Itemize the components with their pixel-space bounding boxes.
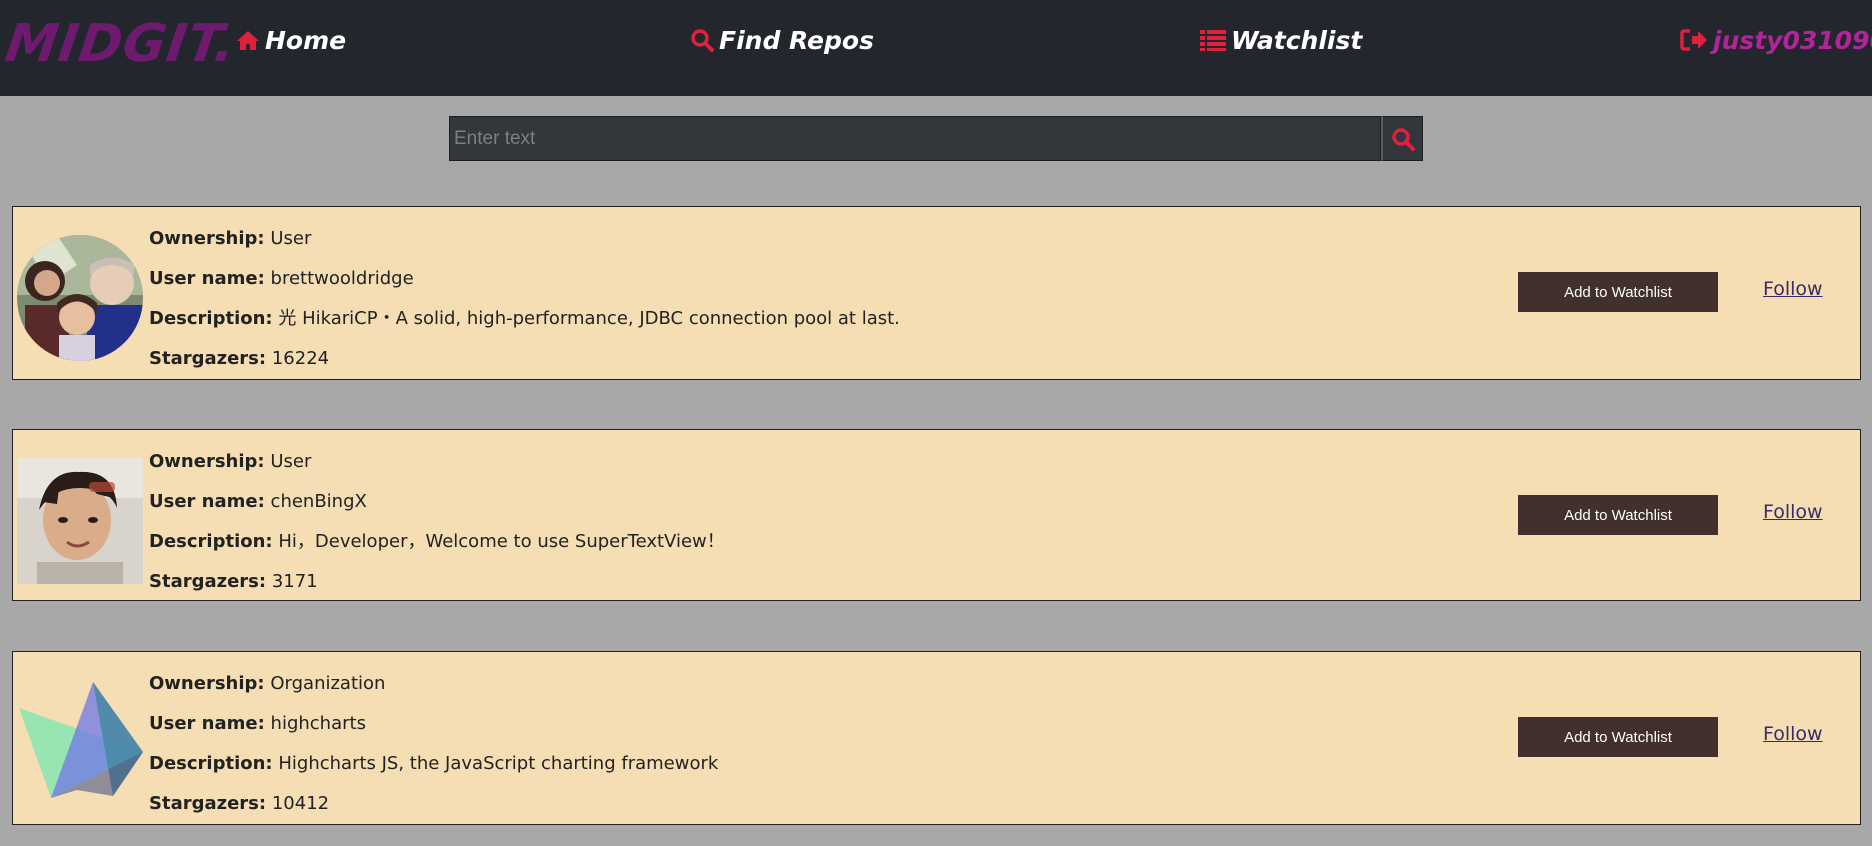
nav-home-link[interactable]: Home bbox=[236, 22, 346, 58]
description-value: 光 HikariCP・A solid, high-performance, JD… bbox=[278, 308, 900, 329]
username-row: User name: chenBingX bbox=[149, 482, 725, 522]
ownership-value: User bbox=[270, 451, 312, 472]
avatar bbox=[17, 680, 143, 806]
nav-watchlist-label: Watchlist bbox=[1231, 25, 1363, 55]
repo-card: Ownership: Organization User name: highc… bbox=[12, 651, 1861, 825]
nav-find-repos-label: Find Repos bbox=[719, 25, 874, 55]
avatar bbox=[17, 235, 143, 361]
follow-link[interactable]: Follow bbox=[1763, 723, 1823, 745]
ownership-label: Ownership: bbox=[149, 451, 265, 472]
search-icon bbox=[1391, 127, 1415, 151]
add-to-watchlist-button[interactable]: Add to Watchlist bbox=[1518, 495, 1718, 535]
nav-home-label: Home bbox=[265, 25, 347, 55]
repo-info: Ownership: User User name: brettwooldrid… bbox=[149, 219, 900, 379]
description-label: Description: bbox=[149, 531, 273, 552]
ownership-value: User bbox=[270, 228, 312, 249]
add-to-watchlist-button[interactable]: Add to Watchlist bbox=[1518, 272, 1718, 312]
description-row: Description: 光 HikariCP・A solid, high-pe… bbox=[149, 299, 900, 339]
ownership-label: Ownership: bbox=[149, 673, 265, 694]
repo-info: Ownership: Organization User name: highc… bbox=[149, 664, 718, 824]
add-to-watchlist-button[interactable]: Add to Watchlist bbox=[1518, 717, 1718, 757]
username-label: User name: bbox=[149, 268, 265, 289]
navbar: MIDGIT. Home Find Repos Watchlist justy0… bbox=[0, 0, 1872, 96]
description-row: Description: Highcharts JS, the JavaScri… bbox=[149, 744, 718, 784]
nav-watchlist-link[interactable]: Watchlist bbox=[1200, 22, 1362, 58]
follow-link[interactable]: Follow bbox=[1763, 278, 1823, 300]
stargazers-row: Stargazers: 3171 bbox=[149, 562, 725, 602]
search-input[interactable] bbox=[449, 116, 1381, 161]
ownership-row: Ownership: User bbox=[149, 219, 900, 259]
description-label: Description: bbox=[149, 308, 273, 329]
repo-card: Ownership: User User name: brettwooldrid… bbox=[12, 206, 1861, 380]
ownership-label: Ownership: bbox=[149, 228, 265, 249]
description-row: Description: Hi，Developer，Welcome to use… bbox=[149, 522, 725, 562]
repo-info: Ownership: User User name: chenBingX Des… bbox=[149, 442, 725, 602]
avatar bbox=[17, 458, 143, 584]
stargazers-label: Stargazers: bbox=[149, 793, 267, 814]
nav-user-link[interactable]: justy031090 bbox=[1680, 22, 1872, 58]
stargazers-label: Stargazers: bbox=[149, 348, 267, 369]
follow-link[interactable]: Follow bbox=[1763, 501, 1823, 523]
stargazers-value: 10412 bbox=[271, 793, 330, 814]
sign-out-icon bbox=[1680, 29, 1707, 51]
stargazers-row: Stargazers: 10412 bbox=[149, 784, 718, 824]
username-row: User name: highcharts bbox=[149, 704, 718, 744]
ownership-row: Ownership: User bbox=[149, 442, 725, 482]
search-icon bbox=[691, 29, 714, 52]
nav-find-repos-link[interactable]: Find Repos bbox=[690, 22, 874, 58]
nav-username: justy031090 bbox=[1713, 25, 1872, 55]
ownership-value: Organization bbox=[270, 673, 386, 694]
username-value: brettwooldridge bbox=[270, 268, 414, 289]
stargazers-row: Stargazers: 16224 bbox=[149, 339, 900, 379]
stargazers-value: 3171 bbox=[271, 571, 318, 592]
stargazers-label: Stargazers: bbox=[149, 571, 267, 592]
username-value: chenBingX bbox=[270, 491, 367, 512]
username-row: User name: brettwooldridge bbox=[149, 259, 900, 299]
description-value: Hi，Developer，Welcome to use SuperTextVie… bbox=[278, 531, 725, 552]
home-icon bbox=[237, 31, 259, 50]
search-bar bbox=[449, 116, 1423, 161]
logo[interactable]: MIDGIT. bbox=[2, 14, 240, 74]
ownership-row: Ownership: Organization bbox=[149, 664, 718, 704]
username-label: User name: bbox=[149, 491, 265, 512]
description-value: Highcharts JS, the JavaScript charting f… bbox=[278, 753, 719, 774]
username-value: highcharts bbox=[270, 713, 366, 734]
list-icon bbox=[1200, 30, 1226, 51]
repo-card: Ownership: User User name: chenBingX Des… bbox=[12, 429, 1861, 601]
username-label: User name: bbox=[149, 713, 265, 734]
stargazers-value: 16224 bbox=[271, 348, 330, 369]
search-button[interactable] bbox=[1381, 116, 1423, 161]
description-label: Description: bbox=[149, 753, 273, 774]
